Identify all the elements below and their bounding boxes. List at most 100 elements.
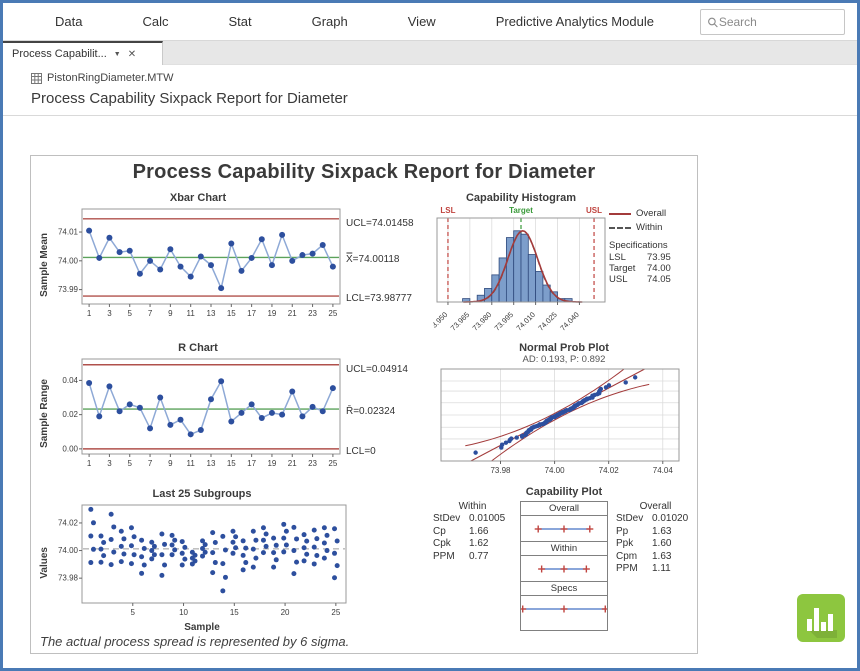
xbar-lcl-label: LCL=73.98777 bbox=[346, 293, 412, 304]
minitab-logo[interactable] bbox=[797, 594, 845, 642]
overall-stats: Overall StDev0.01020Pp1.63Ppk1.60Cpm1.63… bbox=[616, 501, 695, 631]
svg-text:0.02: 0.02 bbox=[62, 410, 78, 419]
histogram-plot[interactable]: LSLTargetUSL73.95073.96573.98073.99574.0… bbox=[433, 204, 609, 336]
svg-text:3: 3 bbox=[107, 459, 112, 468]
interval-plot-specs bbox=[521, 596, 607, 622]
svg-text:73.980: 73.980 bbox=[471, 310, 494, 333]
svg-text:10: 10 bbox=[179, 608, 188, 617]
overall-line-sample bbox=[609, 213, 631, 215]
close-icon[interactable]: ✕ bbox=[128, 49, 136, 60]
svg-text:15: 15 bbox=[230, 608, 239, 617]
svg-text:0.04: 0.04 bbox=[62, 376, 78, 385]
worksheet-link[interactable]: PistonRingDiameter.MTW bbox=[3, 65, 857, 87]
r-title: R Chart bbox=[52, 342, 344, 354]
search-icon bbox=[707, 16, 719, 29]
chart-probplot: Normal Prob Plot AD: 0.193, P: 0.892 73.… bbox=[433, 342, 695, 488]
within-stat-row: PPM0.77 bbox=[433, 551, 512, 564]
svg-text:73.99: 73.99 bbox=[58, 285, 79, 294]
svg-text:74.00: 74.00 bbox=[58, 256, 79, 265]
app-window: Data Calc Stat Graph View Predictive Ana… bbox=[0, 0, 860, 671]
chart-r: Sample Range R Chart 0.000.020.041357911… bbox=[37, 342, 433, 484]
last25-plot[interactable]: 73.9874.0074.02510152025 bbox=[52, 500, 352, 622]
xbar-ylabel: Sample Mean bbox=[37, 192, 52, 338]
svg-text:23: 23 bbox=[308, 309, 317, 318]
interval-plot-overall bbox=[521, 516, 607, 542]
svg-text:3: 3 bbox=[107, 309, 112, 318]
search-input[interactable] bbox=[719, 15, 838, 29]
search-box[interactable] bbox=[700, 9, 845, 35]
svg-text:7: 7 bbox=[148, 309, 153, 318]
spec-row-usl: USL74.05 bbox=[609, 274, 695, 285]
xbar-title: Xbar Chart bbox=[52, 192, 344, 204]
menu-item-stat[interactable]: Stat bbox=[228, 14, 251, 29]
interval-band-within: Within bbox=[520, 541, 608, 556]
within-stat-row: Cp1.66 bbox=[433, 526, 512, 539]
overall-stat-row: PPM1.11 bbox=[616, 563, 695, 576]
xbar-center-label: X̿=74.00118 bbox=[346, 254, 399, 265]
within-stats-title: Within bbox=[433, 501, 512, 512]
svg-text:74.00: 74.00 bbox=[58, 546, 79, 555]
svg-text:74.02: 74.02 bbox=[599, 466, 620, 475]
menu-item-graph[interactable]: Graph bbox=[312, 14, 348, 29]
svg-text:7: 7 bbox=[148, 459, 153, 468]
histogram-title: Capability Histogram bbox=[433, 192, 609, 204]
svg-text:1: 1 bbox=[87, 309, 92, 318]
header-separator bbox=[3, 115, 857, 116]
probplot-title: Normal Prob Plot bbox=[433, 342, 695, 354]
r-ucl-label: UCL=0.04914 bbox=[346, 364, 408, 375]
svg-text:73.965: 73.965 bbox=[449, 310, 472, 333]
capability-title: Capability Plot bbox=[433, 486, 695, 498]
overall-stats-title: Overall bbox=[616, 501, 695, 512]
bar-chart-icon bbox=[797, 594, 845, 642]
svg-text:74.025: 74.025 bbox=[536, 310, 559, 333]
svg-text:9: 9 bbox=[168, 459, 173, 468]
svg-text:74.00: 74.00 bbox=[545, 466, 566, 475]
svg-text:25: 25 bbox=[328, 459, 337, 468]
menu-item-predictive-analytics-module[interactable]: Predictive Analytics Module bbox=[496, 14, 654, 29]
last25-title: Last 25 Subgroups bbox=[52, 488, 352, 500]
xbar-plot[interactable]: 73.9974.0074.01135791113151719212325 bbox=[52, 204, 344, 320]
menubar: Data Calc Stat Graph View Predictive Ana… bbox=[3, 3, 857, 41]
tab-label: Process Capabilit... bbox=[12, 48, 107, 60]
within-line-sample bbox=[609, 227, 631, 229]
chart-histogram: Capability Histogram LSLTargetUSL73.9507… bbox=[433, 192, 695, 342]
menu-item-data[interactable]: Data bbox=[55, 14, 82, 29]
xbar-annotations: UCL=74.01458 X̿=74.00118 LCL=73.98777 bbox=[344, 192, 428, 338]
svg-text:25: 25 bbox=[328, 309, 337, 318]
svg-text:USL: USL bbox=[586, 206, 602, 215]
svg-text:23: 23 bbox=[308, 459, 317, 468]
svg-text:5: 5 bbox=[131, 608, 136, 617]
r-plot[interactable]: 0.000.020.04135791113151719212325 bbox=[52, 354, 344, 470]
menu-item-calc[interactable]: Calc bbox=[142, 14, 168, 29]
tab-process-capability[interactable]: Process Capabilit... ▼ ✕ bbox=[3, 41, 163, 65]
svg-text:73.98: 73.98 bbox=[58, 574, 79, 583]
xbar-ucl-label: UCL=74.01458 bbox=[346, 218, 414, 229]
svg-text:5: 5 bbox=[128, 309, 133, 318]
r-lcl-label: LCL=0 bbox=[346, 446, 376, 457]
within-stat-row: StDev0.01005 bbox=[433, 513, 512, 526]
interval-band-overall: Overall bbox=[520, 501, 608, 516]
svg-text:15: 15 bbox=[227, 459, 236, 468]
svg-text:20: 20 bbox=[281, 608, 290, 617]
specifications-table: Specifications LSL73.95 Target74.00 USL7… bbox=[609, 240, 695, 285]
legend-within-label: Within bbox=[636, 222, 662, 233]
svg-text:13: 13 bbox=[207, 459, 216, 468]
svg-text:73.98: 73.98 bbox=[490, 466, 511, 475]
svg-text:15: 15 bbox=[227, 309, 236, 318]
worksheet-icon bbox=[31, 73, 42, 84]
svg-text:Target: Target bbox=[509, 206, 533, 215]
menu-item-view[interactable]: View bbox=[408, 14, 436, 29]
chart-xbar: Sample Mean Xbar Chart 73.9974.0074.0113… bbox=[37, 192, 433, 338]
svg-text:11: 11 bbox=[187, 459, 196, 468]
svg-text:74.04: 74.04 bbox=[653, 466, 674, 475]
svg-text:9: 9 bbox=[168, 309, 173, 318]
svg-text:19: 19 bbox=[267, 459, 276, 468]
overall-stat-row: Ppk1.60 bbox=[616, 538, 695, 551]
svg-text:5: 5 bbox=[128, 459, 133, 468]
svg-text:74.02: 74.02 bbox=[58, 518, 79, 527]
legend-overall-label: Overall bbox=[636, 208, 666, 219]
last25-ylabel: Values bbox=[37, 488, 52, 638]
overall-stat-row: Cpm1.63 bbox=[616, 551, 695, 564]
probplot-plot[interactable]: 73.98 74.00 74.02 74.04 bbox=[433, 365, 685, 477]
chevron-down-icon[interactable]: ▼ bbox=[114, 51, 121, 58]
